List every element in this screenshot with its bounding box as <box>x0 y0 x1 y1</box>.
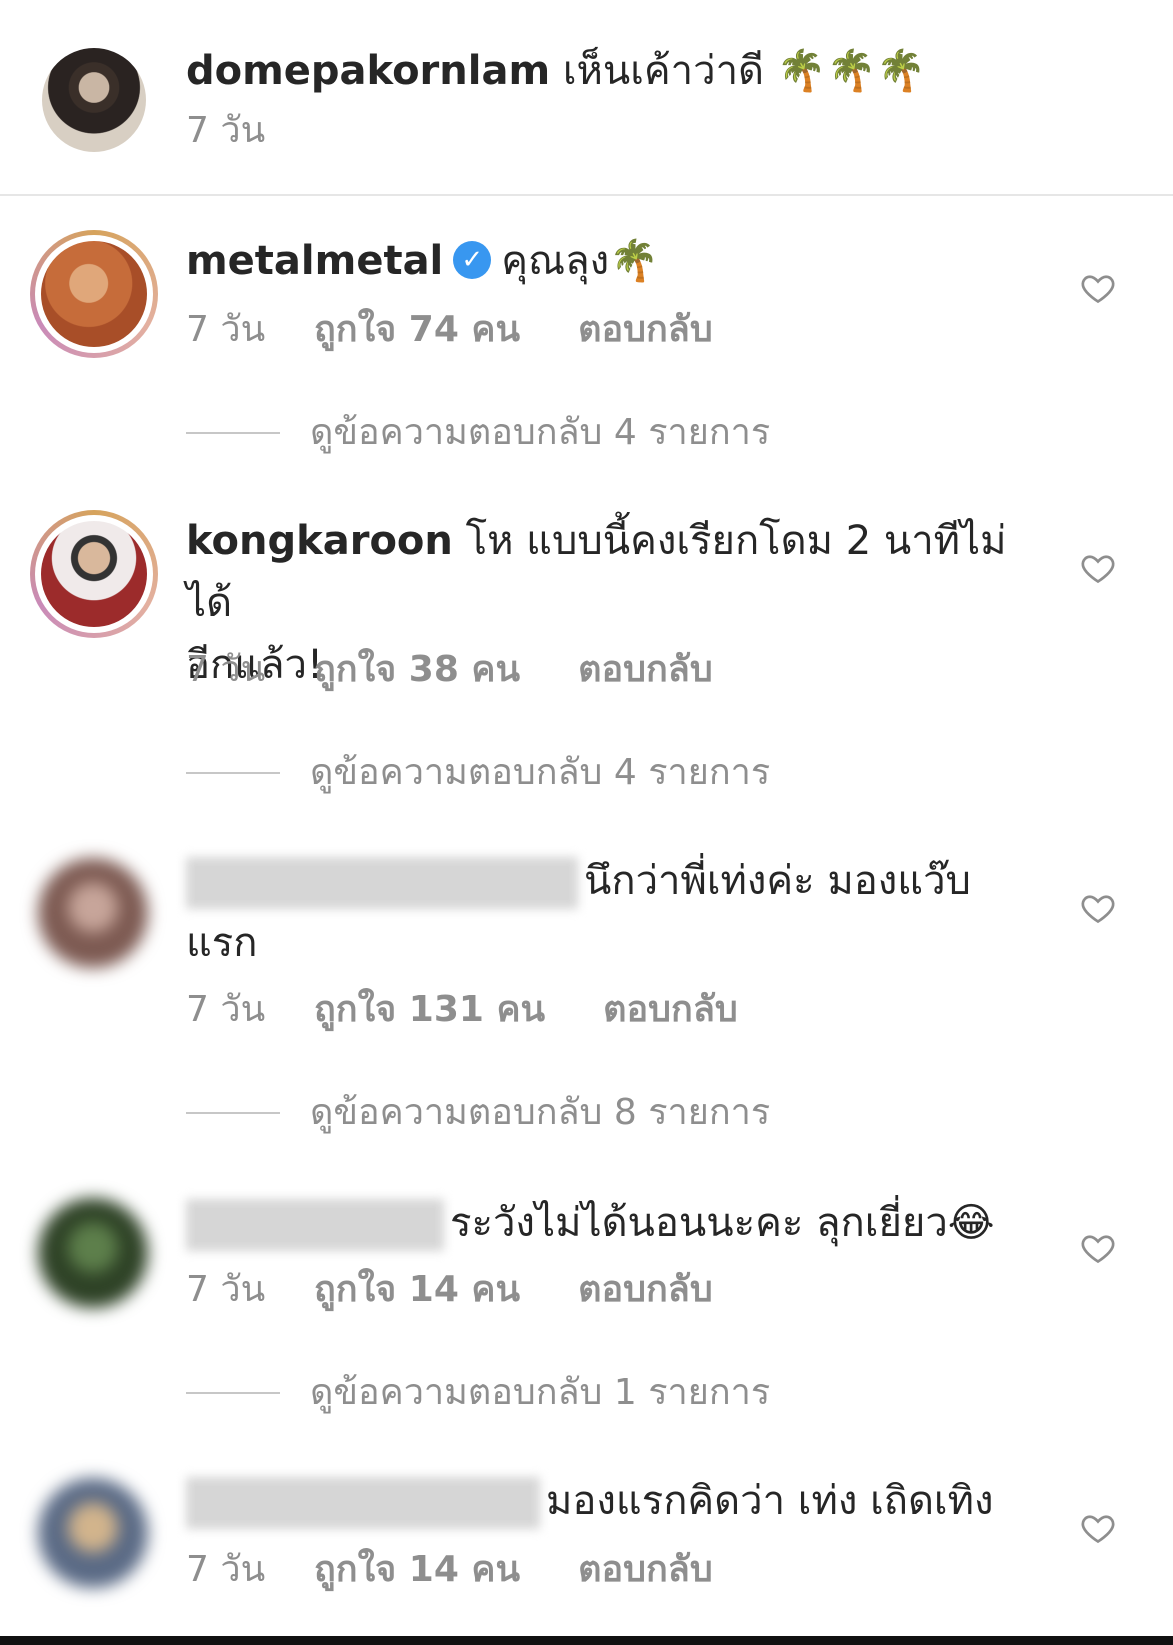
divider <box>186 1392 280 1394</box>
comment-text: ระวังไม่ได้นอนนะคะ ลุกเยี่ยว😂 <box>186 1192 1036 1254</box>
heart-outline-icon[interactable] <box>1080 550 1116 586</box>
comment-username[interactable] <box>186 1477 540 1529</box>
heart-outline-icon[interactable] <box>1080 890 1116 926</box>
comment-age: 7 วัน <box>186 110 266 151</box>
caption-text: domepakornlam เห็นเค้าว่าดี 🌴🌴🌴 <box>186 40 1036 102</box>
like-count[interactable]: ถูกใจ 74 คน <box>314 305 520 355</box>
avatar[interactable] <box>42 48 146 152</box>
like-count[interactable]: ถูกใจ 14 คน <box>314 1265 520 1315</box>
view-replies-label: ดูข้อความตอบกลับ 4 รายการ <box>310 412 771 453</box>
comment-username[interactable]: kongkaroon <box>186 518 453 564</box>
avatar[interactable] <box>38 1198 148 1308</box>
heart-outline-icon[interactable] <box>1080 1510 1116 1546</box>
comment-meta: 7 วัน ถูกใจ 131 คน ตอบกลับ <box>186 985 738 1035</box>
comment-body: มองแรกคิดว่า เท่ง เถิดเทิง <box>546 1478 994 1524</box>
caption-meta: 7 วัน <box>186 106 265 156</box>
view-replies-button[interactable]: ดูข้อความตอบกลับ 4 รายการ <box>186 748 770 798</box>
palm-tree-emoji: 🌴 <box>609 238 659 284</box>
heart-outline-icon[interactable] <box>1080 1230 1116 1266</box>
reply-button[interactable]: ตอบกลับ <box>578 305 713 355</box>
comment-age: 7 วัน <box>186 989 266 1030</box>
comment-meta: 7 วัน ถูกใจ 14 คน ตอบกลับ <box>186 1265 713 1315</box>
comment-body-cont: แรก <box>186 920 258 966</box>
like-count[interactable]: ถูกใจ 14 คน <box>314 1545 520 1595</box>
divider <box>186 1112 280 1114</box>
heart-outline-icon[interactable] <box>1080 270 1116 306</box>
bottom-edge <box>0 1636 1173 1645</box>
view-replies-label: ดูข้อความตอบกลับ 1 รายการ <box>310 1372 771 1413</box>
like-count[interactable]: ถูกใจ 131 คน <box>314 985 545 1035</box>
comment-text: มองแรกคิดว่า เท่ง เถิดเทิง <box>186 1470 1036 1532</box>
like-count[interactable]: ถูกใจ 38 คน <box>314 645 520 695</box>
view-replies-label: ดูข้อความตอบกลับ 4 รายการ <box>310 752 771 793</box>
reply-button[interactable]: ตอบกลับ <box>578 1265 713 1315</box>
comment-meta: 7 วัน ถูกใจ 74 คน ตอบกลับ <box>186 305 713 355</box>
reply-button[interactable]: ตอบกลับ <box>578 645 713 695</box>
avatar[interactable] <box>38 858 148 968</box>
view-replies-button[interactable]: ดูข้อความตอบกลับ 4 รายการ <box>186 408 770 458</box>
caption-body: เห็นเค้าว่าดี <box>562 48 765 94</box>
divider <box>186 432 280 434</box>
comment-body: คุณลุง <box>501 238 610 284</box>
view-replies-button[interactable]: ดูข้อความตอบกลับ 8 รายการ <box>186 1088 770 1138</box>
reply-button[interactable]: ตอบกลับ <box>603 985 738 1035</box>
avatar[interactable] <box>38 1478 148 1588</box>
comment-text: metalmetal ✓ คุณลุง🌴 <box>186 230 1036 292</box>
palm-tree-emoji: 🌴🌴🌴 <box>776 48 927 94</box>
caption-username[interactable]: domepakornlam <box>186 48 550 94</box>
comment-username[interactable] <box>186 1199 444 1251</box>
comment-age: 7 วัน <box>186 1269 266 1310</box>
verified-badge-icon: ✓ <box>453 241 492 279</box>
reply-button[interactable]: ตอบกลับ <box>578 1545 713 1595</box>
comment-meta: 7 วัน ถูกใจ 38 คน ตอบกลับ <box>186 645 713 695</box>
comment-meta: 7 วัน ถูกใจ 14 คน ตอบกลับ <box>186 1545 713 1595</box>
laughing-emoji: 😂 <box>947 1200 995 1246</box>
comment-username[interactable]: metalmetal <box>186 238 443 284</box>
comment-text: นึกว่าพี่เท่งค่ะ มองแว๊บ แรก <box>186 850 1036 974</box>
post-caption: domepakornlam เห็นเค้าว่าดี 🌴🌴🌴 7 วัน <box>0 0 1173 196</box>
avatar[interactable] <box>30 230 158 358</box>
comment-username[interactable] <box>186 857 578 909</box>
view-replies-button[interactable]: ดูข้อความตอบกลับ 1 รายการ <box>186 1368 770 1418</box>
view-replies-label: ดูข้อความตอบกลับ 8 รายการ <box>310 1092 771 1133</box>
comment-age: 7 วัน <box>186 649 266 690</box>
comment-body: นึกว่าพี่เท่งค่ะ มองแว๊บ <box>584 858 971 904</box>
avatar[interactable] <box>30 510 158 638</box>
divider <box>0 194 1173 196</box>
comment-body: ระวังไม่ได้นอนนะคะ ลุกเยี่ยว <box>450 1200 948 1246</box>
divider <box>186 772 280 774</box>
comment-age: 7 วัน <box>186 1549 266 1590</box>
comment-age: 7 วัน <box>186 309 266 350</box>
